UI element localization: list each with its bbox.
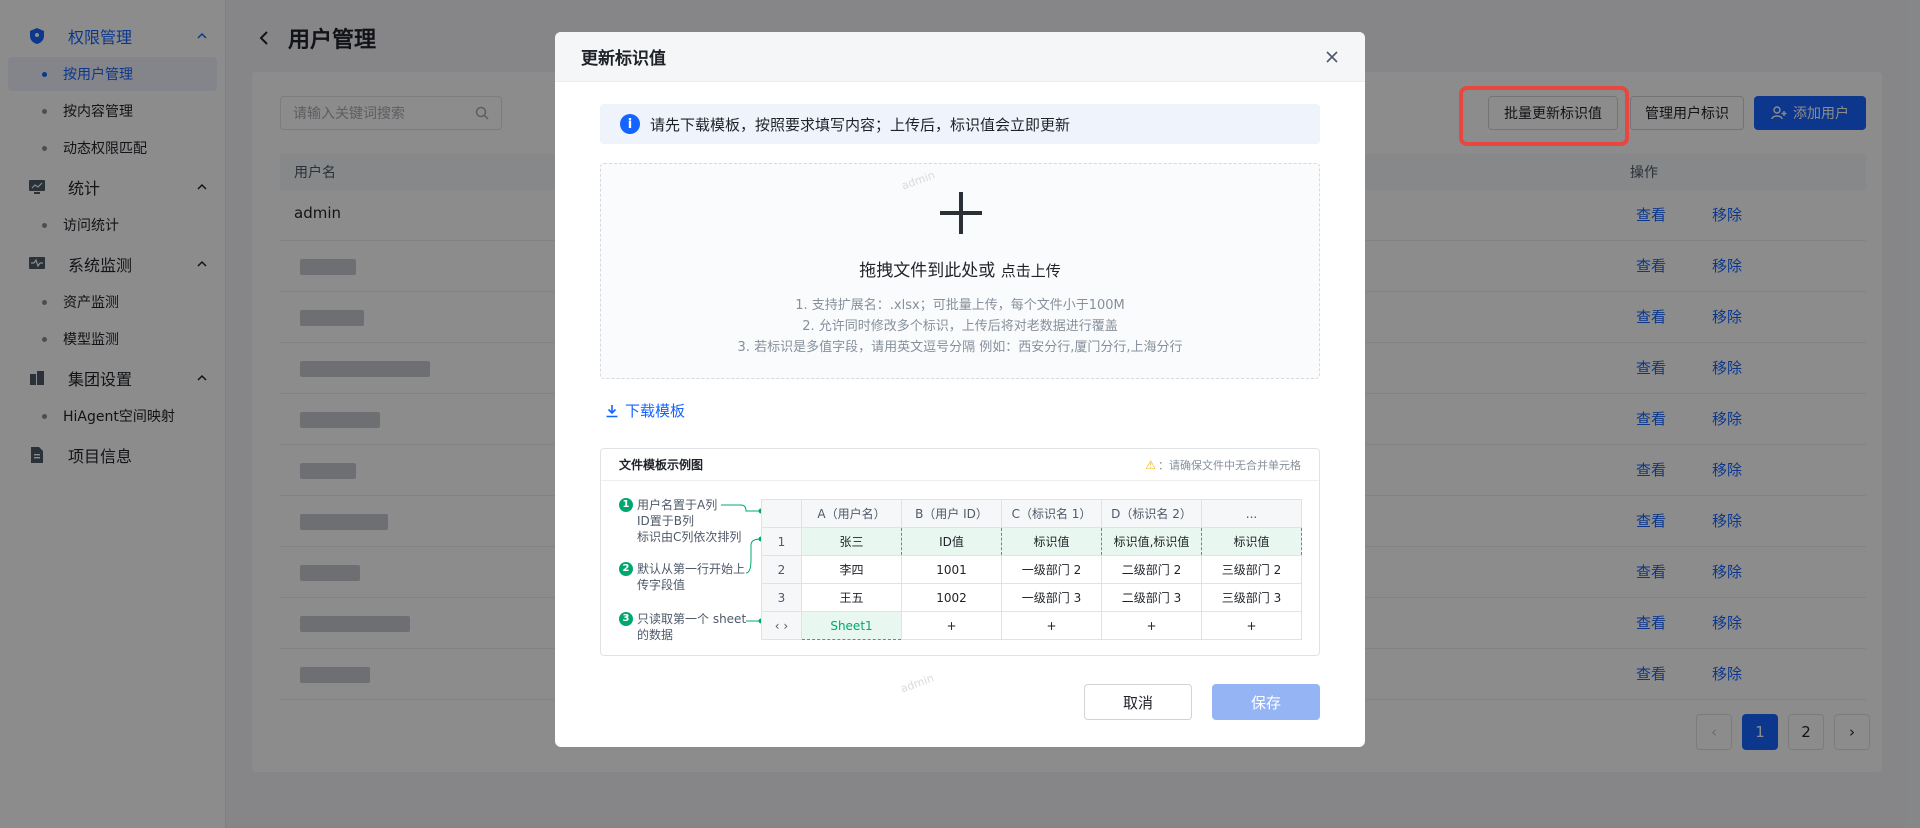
example-cell: 二级部门 3 [1101, 583, 1202, 612]
row-index: 1 [761, 527, 802, 556]
sheet-nav-arrows: ‹ › [761, 611, 802, 640]
example-cell: 三级部门 2 [1201, 555, 1302, 584]
plus-icon [940, 192, 982, 234]
example-cell: 标识值 [1001, 527, 1102, 556]
save-button[interactable]: 保存 [1212, 684, 1320, 720]
example-cell: 标识值,标识值 [1101, 527, 1202, 556]
close-icon[interactable] [1325, 50, 1339, 64]
download-template-link[interactable]: 下载模板 [605, 400, 685, 421]
upload-title-prefix: 拖拽文件到此处或 [859, 261, 996, 281]
example-cell: + [1101, 611, 1202, 640]
example-cell: ID值 [901, 527, 1002, 556]
template-example: 文件模板示例图 ⚠：请确保文件中无合并单元格 1 用户名置于A列 ID置于B列 … [600, 448, 1320, 656]
watermark: admin [899, 168, 937, 193]
example-row: 2 李四 1001 一级部门 2 二级部门 2 三级部门 2 [761, 555, 1302, 584]
click-upload-link[interactable]: 点击上传 [1001, 262, 1061, 280]
example-header-row: A（用户名） B（用户 ID） C（标识名 1） D（标识名 2） ... [761, 499, 1302, 528]
row-index: 2 [761, 555, 802, 584]
watermark: admin [898, 671, 936, 696]
example-cell: 一级部门 3 [1001, 583, 1102, 612]
example-table: A（用户名） B（用户 ID） C（标识名 1） D（标识名 2） ... 1 … [761, 499, 1302, 640]
upload-title: 拖拽文件到此处或 点击上传 [601, 256, 1319, 281]
example-cell: 1002 [901, 583, 1002, 612]
cancel-button[interactable]: 取消 [1084, 684, 1192, 720]
example-col-header: C（标识名 1） [1001, 499, 1102, 528]
upload-tip-3: 3. 若标识是多值字段，请用英文逗号分隔 例如：西安分行,厦门分行,上海分行 [737, 340, 1183, 355]
upload-dropzone[interactable]: 拖拽文件到此处或 点击上传 1. 支持扩展名：.xlsx；可批量上传，每个文件小… [600, 163, 1320, 379]
example-cell: 二级部门 2 [1101, 555, 1202, 584]
row-index: 3 [761, 583, 802, 612]
info-banner: i 请先下载模板，按照要求填写内容；上传后，标识值会立即更新 [600, 104, 1320, 144]
example-row: 1 张三 ID值 标识值 标识值,标识值 标识值 [761, 527, 1302, 556]
example-row: 3 王五 1002 一级部门 3 二级部门 3 三级部门 3 [761, 583, 1302, 612]
example-col-header: A（用户名） [801, 499, 902, 528]
example-cell: 1001 [901, 555, 1002, 584]
corner-cell [761, 499, 802, 528]
example-cell: + [1201, 611, 1302, 640]
example-cell: + [1001, 611, 1102, 640]
example-col-header: D（标识名 2） [1101, 499, 1202, 528]
example-cell: 一级部门 2 [1001, 555, 1102, 584]
example-cell: 标识值 [1201, 527, 1302, 556]
info-text: 请先下载模板，按照要求填写内容；上传后，标识值会立即更新 [650, 115, 1071, 134]
example-col-header: ... [1201, 499, 1302, 528]
download-template-label: 下载模板 [625, 402, 686, 420]
modal-title: 更新标识值 [581, 49, 666, 69]
modal-header: 更新标识值 [555, 32, 1365, 82]
info-icon: i [620, 114, 640, 134]
example-col-header: B（用户 ID） [901, 499, 1002, 528]
example-cell: 张三 [801, 527, 902, 556]
download-icon [606, 404, 618, 417]
example-cell: 三级部门 3 [1201, 583, 1302, 612]
example-cell: 李四 [801, 555, 902, 584]
upload-tip-2: 2. 允许同时修改多个标识，上传后将对老数据进行覆盖 [802, 319, 1118, 334]
upload-tip-1: 1. 支持扩展名：.xlsx；可批量上传，每个文件小于100M [795, 298, 1125, 313]
sheet-tab: Sheet1 [801, 611, 902, 640]
example-cell: 王五 [801, 583, 902, 612]
update-tag-modal: 更新标识值 i 请先下载模板，按照要求填写内容；上传后，标识值会立即更新 拖拽文… [555, 32, 1365, 747]
example-sheet-row: ‹ › Sheet1 + + + + [761, 611, 1302, 640]
example-cell: + [901, 611, 1002, 640]
annotation-highlight-box [1459, 86, 1629, 146]
